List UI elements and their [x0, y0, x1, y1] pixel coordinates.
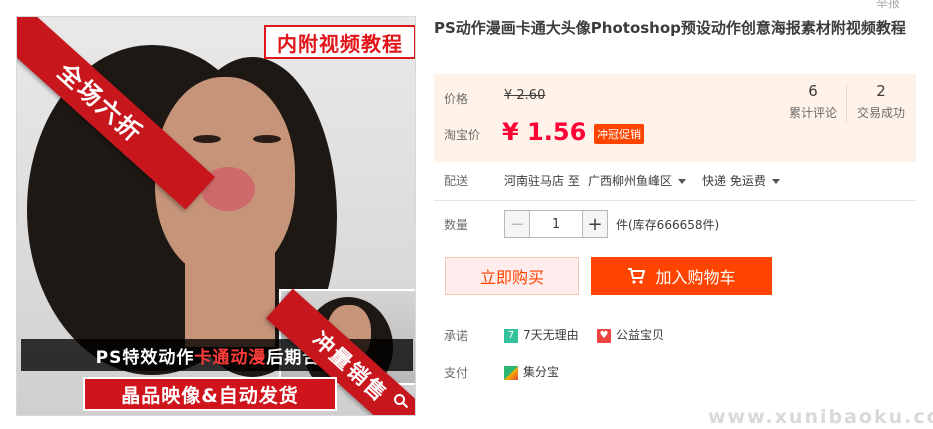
ship-method-select[interactable]: 快递 免运费: [702, 172, 780, 189]
promise-label: 承诺: [444, 329, 469, 343]
shipping-label: 配送: [444, 174, 469, 188]
reviews-count: 6: [808, 82, 818, 100]
product-main-image[interactable]: 内附视频教程 全场六折 PS特效动作 卡通动漫 后期合成 冲量销售 晶品映像&自动发…: [16, 16, 416, 416]
add-to-cart-button[interactable]: 加入购物车: [591, 257, 772, 295]
zoom-search-icon[interactable]: [393, 393, 411, 411]
seven-day-text: 7天无理由: [523, 328, 579, 342]
report-link[interactable]: 举报: [876, 0, 900, 11]
ship-method-text: 快递 免运费: [702, 174, 766, 188]
seven-day-return[interactable]: 7 7天无理由: [504, 326, 579, 343]
reviews-label: 累计评论: [788, 106, 837, 120]
price-panel: 价格 ¥ 2.60 淘宝价 ¥ 1.56 冲冠促销 6 累计评论 2 交易成功: [434, 74, 916, 162]
divider-line: [434, 200, 916, 201]
ship-to-text: 广西柳州鱼峰区: [588, 174, 673, 188]
heart-icon: ♥: [597, 328, 611, 343]
stock-info: 件(库存666658件): [616, 218, 720, 232]
payment-label: 支付: [444, 366, 469, 380]
increment-button[interactable]: +: [582, 210, 608, 238]
chevron-down-icon: [771, 179, 780, 184]
jifenbao-icon: [504, 365, 518, 380]
reviews-stat[interactable]: 6 累计评论: [780, 82, 846, 121]
chevron-down-icon: [678, 179, 687, 184]
action-buttons: 立即购买 加入购物车: [434, 257, 916, 295]
add-to-cart-label: 加入购物车: [655, 268, 736, 287]
left-eye: [193, 135, 221, 143]
quantity-label: 数量: [444, 218, 469, 232]
jifenbao-text: 集分宝: [523, 365, 560, 379]
ship-from: 河南驻马店 至: [504, 174, 580, 188]
charity-item[interactable]: ♥ 公益宝贝: [597, 326, 664, 343]
neck-shape: [185, 247, 275, 347]
seven-day-icon: 7: [504, 328, 518, 343]
decrement-button[interactable]: −: [504, 210, 530, 238]
right-eye: [253, 135, 281, 143]
caption-highlight: 卡通动漫: [194, 347, 267, 368]
deals-count: 2: [876, 82, 886, 100]
stat-divider: [846, 84, 847, 122]
watermark-text: www.xunibaoku.com: [708, 406, 933, 428]
caption-pre: PS特效动作: [95, 347, 195, 368]
buy-now-button[interactable]: 立即购买: [445, 257, 579, 295]
promo-tag[interactable]: 冲冠促销: [594, 124, 644, 144]
quantity-row: 数量 − 1 + 件(库存666658件): [434, 210, 916, 238]
charity-text: 公益宝贝: [616, 328, 665, 342]
product-title: PS动作漫画卡通大头像Photoshop预设动作创意海报素材附视频教程: [434, 19, 906, 37]
image-bottom-tag: 晶品映像&自动发货: [83, 377, 337, 411]
taobao-price-label: 淘宝价: [444, 128, 481, 142]
original-price: ¥ 2.60: [504, 88, 546, 103]
deals-stat[interactable]: 2 交易成功: [848, 82, 914, 121]
quantity-input[interactable]: 1: [530, 210, 582, 238]
deals-label: 交易成功: [856, 106, 905, 120]
ship-to-select[interactable]: 广西柳州鱼峰区: [588, 172, 687, 189]
price-label: 价格: [444, 92, 469, 106]
jifenbao-item[interactable]: 集分宝: [504, 363, 559, 380]
image-top-banner: 内附视频教程: [264, 25, 415, 59]
current-price: ¥ 1.56: [502, 118, 587, 146]
quantity-stepper: − 1 +: [504, 210, 608, 238]
cart-icon: [628, 268, 646, 284]
